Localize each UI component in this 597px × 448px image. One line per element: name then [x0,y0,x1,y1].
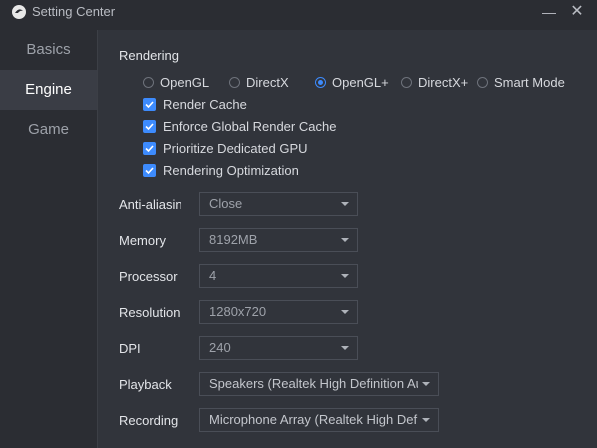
radio-label: OpenGL+ [332,75,389,90]
dpi-select[interactable]: 240 [199,336,358,360]
title-bar: Setting Center — ✕ [0,0,597,26]
checkmark-icon [143,164,156,177]
radio-directx[interactable]: DirectX [229,75,289,91]
checkbox-enforce-global-render-cache[interactable]: Enforce Global Render Cache [143,119,336,135]
radio-label: Smart Mode [494,75,565,90]
memory-label: Memory [119,233,166,248]
radio-dot [401,77,412,88]
dropdown-arrow-icon [341,310,349,314]
dpi-label: DPI [119,341,141,356]
processor-select[interactable]: 4 [199,264,358,288]
sidebar-item-engine[interactable]: Engine [0,70,97,110]
sidebar-item-game[interactable]: Game [0,110,97,150]
dropdown-arrow-icon [422,382,430,386]
sidebar-item-basics[interactable]: Basics [0,30,97,70]
playback-select[interactable]: Speakers (Realtek High Definition Audio) [199,372,439,396]
dropdown-arrow-icon [341,238,349,242]
select-value: Microphone Array (Realtek High Definitio… [209,412,418,427]
checkbox-render-cache[interactable]: Render Cache [143,97,247,113]
select-value: Close [209,196,243,211]
rendering-section-title: Rendering [119,48,179,63]
sidebar: Basics Engine Game [0,30,97,448]
radio-dot [229,77,240,88]
memory-select[interactable]: 8192MB [199,228,358,252]
recording-select[interactable]: Microphone Array (Realtek High Definitio… [199,408,439,432]
select-value: 240 [209,340,231,355]
radio-label: DirectX [246,75,289,90]
close-button[interactable]: ✕ [566,2,588,22]
dropdown-arrow-icon [422,418,430,422]
radio-label: OpenGL [160,75,210,90]
checkmark-icon [143,98,156,111]
radio-dot [477,77,488,88]
app-logo-icon [12,5,26,19]
radio-dot [143,77,154,88]
playback-label: Playback [119,377,172,392]
radio-opengl[interactable]: OpenGL [143,75,209,91]
radio-directx-plus[interactable]: DirectX+ [401,75,468,91]
checkbox-label: Rendering Optimization [163,163,299,178]
checkmark-icon [143,120,156,133]
antialiasing-label: Anti-aliasing [119,197,181,212]
checkbox-label: Enforce Global Render Cache [163,119,337,134]
select-value: 8192MB [209,232,258,247]
recording-label: Recording [119,413,179,428]
radio-dot-selected [315,77,326,88]
dropdown-arrow-icon [341,202,349,206]
window-title: Setting Center [32,4,116,19]
radio-smart-mode[interactable]: Smart Mode [477,75,565,91]
resolution-select[interactable]: 1280x720 [199,300,358,324]
dropdown-arrow-icon [341,274,349,278]
select-value: 4 [209,268,217,283]
checkbox-label: Render Cache [163,97,247,112]
minimize-button[interactable]: — [538,2,560,22]
radio-opengl-plus[interactable]: OpenGL+ [315,75,389,91]
checkbox-prioritize-dedicated-gpu[interactable]: Prioritize Dedicated GPU [143,141,308,157]
resolution-label: Resolution [119,305,181,320]
select-value: Speakers (Realtek High Definition Audio) [209,376,418,391]
radio-label: DirectX+ [418,75,469,90]
select-value: 1280x720 [209,304,267,319]
antialiasing-select[interactable]: Close [199,192,358,216]
processor-label: Processor [119,269,178,284]
checkbox-label: Prioritize Dedicated GPU [163,141,308,156]
checkmark-icon [143,142,156,155]
dropdown-arrow-icon [341,346,349,350]
checkbox-rendering-optimization[interactable]: Rendering Optimization [143,163,299,179]
